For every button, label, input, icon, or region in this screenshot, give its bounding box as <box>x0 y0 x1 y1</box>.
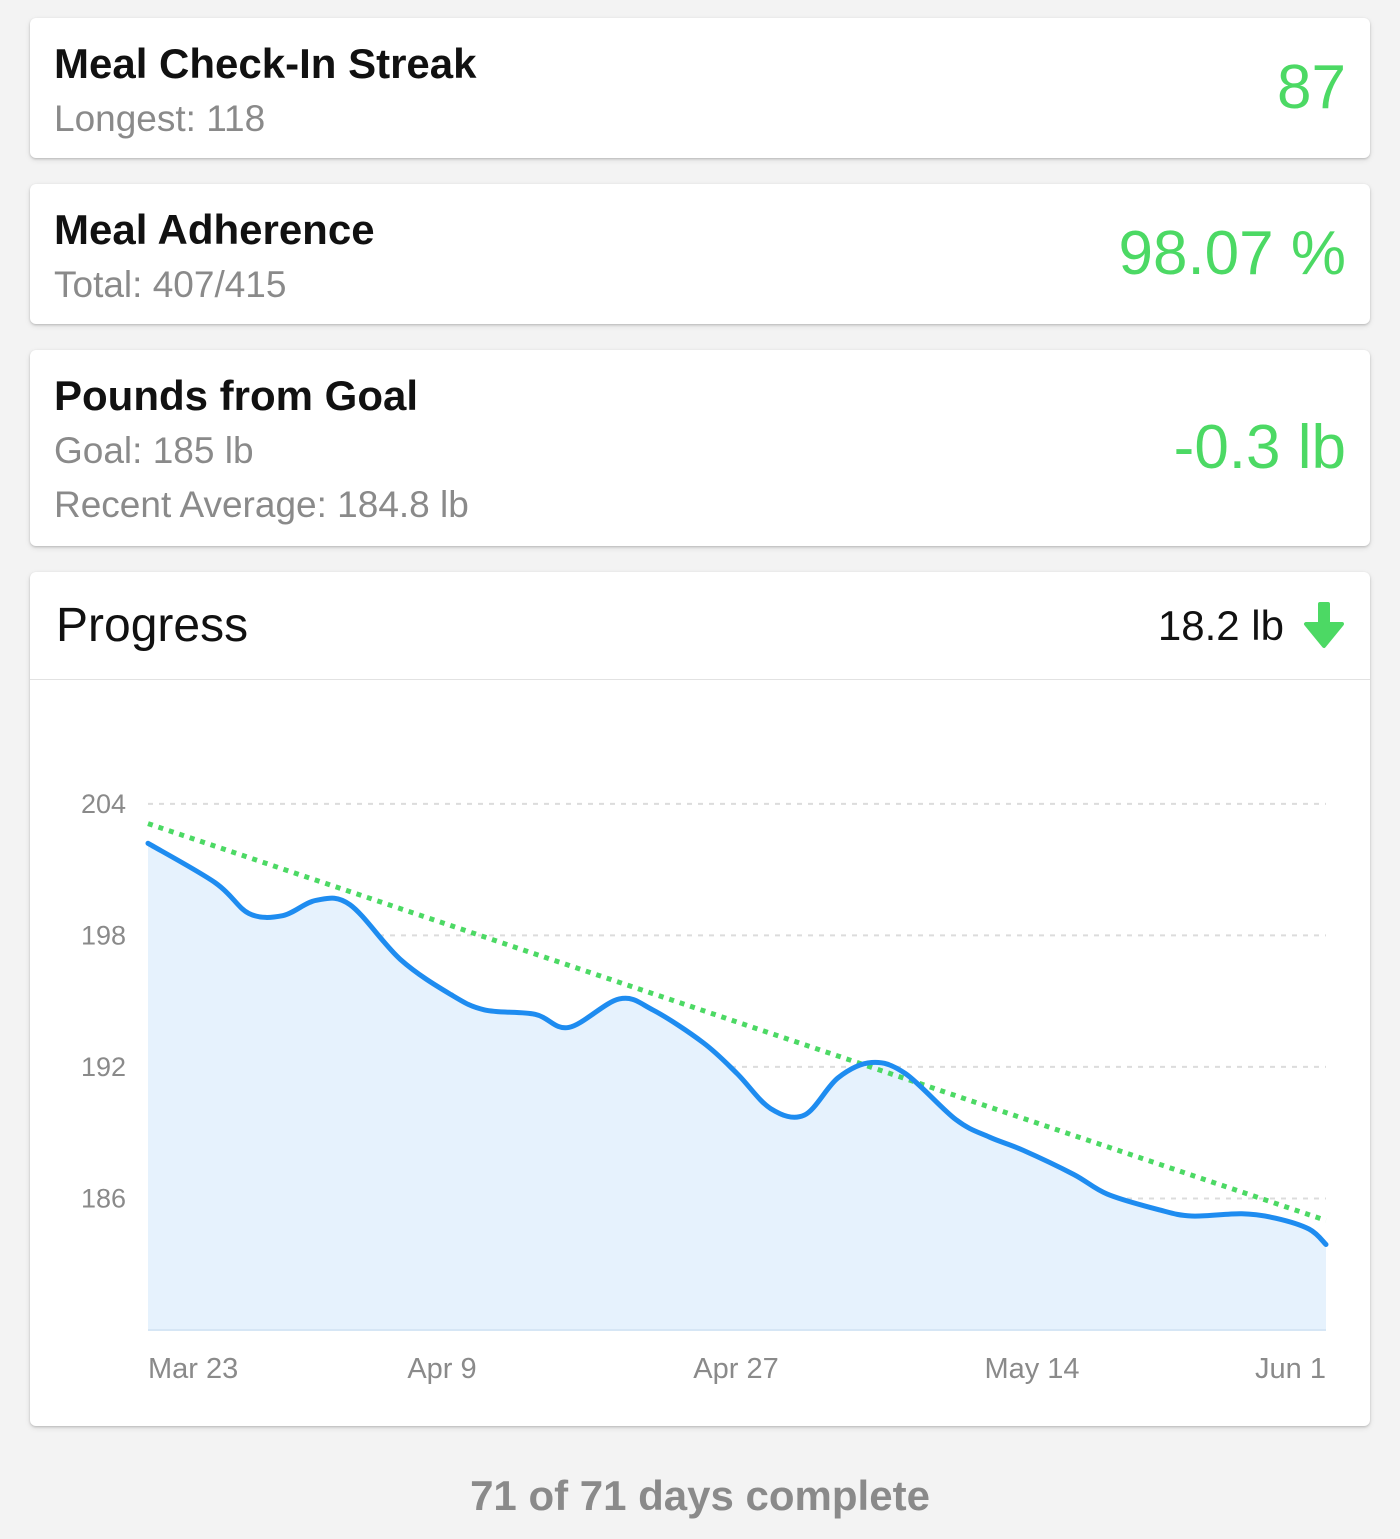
streak-card[interactable]: Meal Check-In Streak Longest: 118 87 <box>30 18 1370 158</box>
progress-title: Progress <box>56 599 249 652</box>
adherence-total: Total: 407/415 <box>54 264 287 305</box>
pounds-recent-average: Recent Average: 184.8 lb <box>54 484 469 525</box>
y-tick-label: 198 <box>81 920 126 950</box>
progress-header: Progress 18.2 lb <box>30 572 1370 680</box>
adherence-value: 98.07 % <box>1118 219 1346 288</box>
days-complete-footer: 71 of 71 days complete <box>470 1472 930 1519</box>
progress-total-change: 18.2 lb <box>1157 602 1284 649</box>
streak-longest: Longest: 118 <box>54 98 266 139</box>
pounds-value: -0.3 lb <box>1173 413 1346 482</box>
x-tick-label: Mar 23 <box>148 1353 238 1385</box>
y-tick-label: 204 <box>81 789 126 819</box>
x-tick-label: Apr 9 <box>407 1353 476 1385</box>
progress-card: Progress 18.2 lb 204 198 192 186 Mar 23 Apr 9… <box>30 572 1370 1426</box>
pounds-from-goal-card[interactable]: Pounds from Goal Goal: 185 lb Recent Ave… <box>30 350 1370 546</box>
progress-chart: 204 198 192 186 Mar 23 Apr 9 Apr 27 May 14 Jun 1 <box>81 789 1329 1385</box>
pounds-title: Pounds from Goal <box>54 372 419 419</box>
x-tick-label: Apr 27 <box>693 1353 778 1385</box>
adherence-title: Meal Adherence <box>54 206 375 253</box>
adherence-card[interactable]: Meal Adherence Total: 407/415 98.07 % <box>30 184 1370 324</box>
streak-title: Meal Check-In Streak <box>54 40 477 87</box>
pounds-goal: Goal: 185 lb <box>54 430 254 471</box>
x-tick-label: Jun 1 <box>1255 1353 1326 1385</box>
y-tick-label: 186 <box>81 1183 126 1213</box>
streak-value: 87 <box>1277 53 1346 122</box>
arrow-down-icon <box>1304 602 1344 648</box>
weight-area-fill <box>148 843 1326 1330</box>
x-tick-label: May 14 <box>984 1353 1079 1385</box>
y-tick-label: 192 <box>81 1052 126 1082</box>
